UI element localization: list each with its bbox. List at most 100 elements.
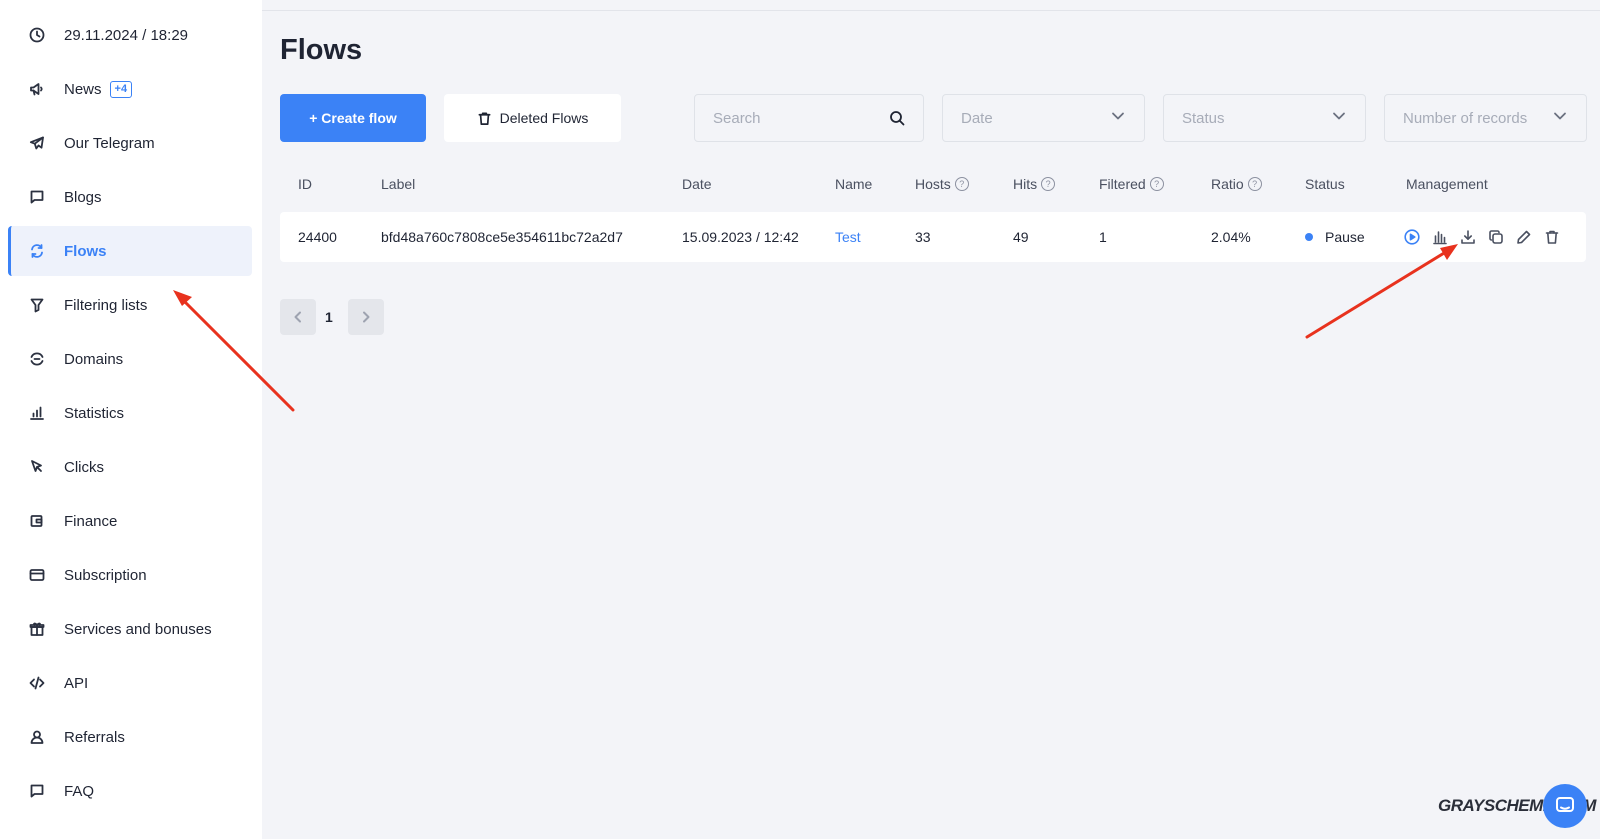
- filter-icon: [28, 296, 46, 314]
- sidebar-item-domains[interactable]: Domains: [8, 334, 252, 384]
- header-label: Hosts: [915, 176, 951, 192]
- pagination-next-button[interactable]: [348, 299, 384, 335]
- pagination-prev-button[interactable]: [280, 299, 316, 335]
- download-icon[interactable]: [1460, 229, 1476, 245]
- column-header-hosts: Hosts?: [915, 176, 969, 192]
- sidebar-item-label: Blogs: [64, 188, 102, 206]
- bar-chart-icon: [28, 404, 46, 422]
- help-icon[interactable]: ?: [1041, 177, 1056, 191]
- chat-icon: [28, 188, 46, 206]
- trash-icon: [478, 112, 491, 125]
- create-flow-button[interactable]: + Create flow: [280, 94, 426, 142]
- search-icon: [890, 111, 905, 126]
- news-count-badge: +4: [109, 80, 133, 98]
- sidebar-item-referrals[interactable]: Referrals: [8, 712, 252, 762]
- header-label: Filtered: [1099, 176, 1146, 192]
- sidebar-item-label: Services and bonuses: [64, 620, 212, 638]
- status-dot: [1305, 233, 1313, 241]
- cell-hits: 49: [1013, 229, 1029, 245]
- chevron-down-icon: [1552, 108, 1568, 128]
- faq-icon: [28, 782, 46, 800]
- status-label: Pause: [1325, 229, 1365, 245]
- date-select[interactable]: Date: [942, 94, 1145, 142]
- help-icon[interactable]: ?: [1149, 177, 1164, 191]
- sidebar-item-statistics[interactable]: Statistics: [8, 388, 252, 438]
- sidebar-item-label: Our Telegram: [64, 134, 155, 152]
- date-placeholder: Date: [961, 109, 993, 127]
- header-label: Date: [682, 176, 712, 192]
- megaphone-icon: [28, 80, 46, 98]
- search-placeholder: Search: [713, 109, 761, 127]
- sidebar-item-clicks[interactable]: Clicks: [8, 442, 252, 492]
- copy-icon[interactable]: [1488, 229, 1504, 245]
- records-select[interactable]: Number of records: [1384, 94, 1587, 142]
- sidebar-item-telegram[interactable]: Our Telegram: [8, 118, 252, 168]
- domains-icon: [28, 350, 46, 368]
- column-header-date: Date: [682, 176, 712, 192]
- chevron-down-icon: [1110, 108, 1126, 128]
- statistics-icon[interactable]: [1432, 229, 1448, 245]
- status-placeholder: Status: [1182, 109, 1225, 127]
- header-divider: [262, 10, 1600, 11]
- sidebar-item-label: Domains: [64, 350, 124, 368]
- sidebar-item-blogs[interactable]: Blogs: [8, 172, 252, 222]
- sidebar-item-label: API: [64, 674, 89, 692]
- table-row: 24400 bfd48a760c7808ce5e354611bc72a2d7 1…: [280, 212, 1586, 262]
- help-icon[interactable]: ?: [954, 177, 969, 191]
- records-placeholder: Number of records: [1403, 109, 1528, 127]
- chat-bubble-icon: [1556, 797, 1574, 812]
- sidebar-item-label: News: [64, 80, 102, 98]
- column-header-id: ID: [298, 176, 312, 192]
- header-label: Label: [381, 176, 416, 192]
- header-label: ID: [298, 176, 312, 192]
- chevron-down-icon: [1331, 108, 1347, 128]
- delete-icon[interactable]: [1544, 229, 1560, 245]
- sidebar-item-label: Clicks: [64, 458, 104, 476]
- column-header-name: Name: [835, 176, 872, 192]
- sidebar-item-filtering-lists[interactable]: Filtering lists: [8, 280, 252, 330]
- sidebar-item-label: Filtering lists: [64, 296, 148, 314]
- sidebar-item-label: Flows: [64, 242, 107, 260]
- cell-ratio: 2.04%: [1211, 229, 1251, 245]
- user-icon: [28, 728, 46, 746]
- management-actions: [1404, 212, 1572, 262]
- cursor-icon: [28, 458, 46, 476]
- page-title: Flows: [280, 34, 363, 66]
- header-label: Name: [835, 176, 873, 192]
- cell-hosts: 33: [915, 229, 931, 245]
- flow-name-link[interactable]: Test: [835, 212, 861, 262]
- sidebar-item-faq[interactable]: FAQ: [8, 766, 252, 816]
- sidebar-item-subscription[interactable]: Subscription: [8, 550, 252, 600]
- status-select[interactable]: Status: [1163, 94, 1366, 142]
- edit-icon[interactable]: [1516, 229, 1532, 245]
- cell-id: 24400: [298, 229, 337, 245]
- cell-label: bfd48a760c7808ce5e354611bc72a2d7: [381, 229, 623, 245]
- help-icon[interactable]: ?: [1247, 177, 1262, 191]
- column-header-ratio: Ratio?: [1211, 176, 1262, 192]
- header-label: Status: [1305, 176, 1345, 192]
- chat-support-button[interactable]: [1543, 784, 1587, 828]
- header-label: Management: [1406, 176, 1488, 192]
- code-icon: [28, 674, 46, 692]
- pagination-current-page[interactable]: 1: [325, 309, 333, 325]
- search-input[interactable]: Search: [694, 94, 924, 142]
- cell-status: Pause: [1305, 212, 1365, 262]
- sidebar-item-label: Statistics: [64, 404, 125, 422]
- sidebar-item-label: Referrals: [64, 728, 125, 746]
- wallet-icon: [28, 512, 46, 530]
- sidebar-item-news[interactable]: News +4: [8, 64, 252, 114]
- sidebar-item-finance[interactable]: Finance: [8, 496, 252, 546]
- column-header-status: Status: [1305, 176, 1345, 192]
- sidebar-item-flows[interactable]: Flows: [8, 226, 252, 276]
- sidebar-item-services-bonuses[interactable]: Services and bonuses: [8, 604, 252, 654]
- header-label: Hits: [1013, 176, 1038, 192]
- sidebar-item-label: FAQ: [64, 782, 95, 800]
- column-header-label: Label: [381, 176, 415, 192]
- sidebar-item-api[interactable]: API: [8, 658, 252, 708]
- column-header-management: Management: [1406, 176, 1488, 192]
- play-icon[interactable]: [1404, 229, 1420, 245]
- chevron-left-icon: [294, 311, 301, 323]
- telegram-icon: [28, 134, 46, 152]
- deleted-flows-button[interactable]: Deleted Flows: [444, 94, 621, 142]
- clock-icon: [28, 26, 46, 44]
